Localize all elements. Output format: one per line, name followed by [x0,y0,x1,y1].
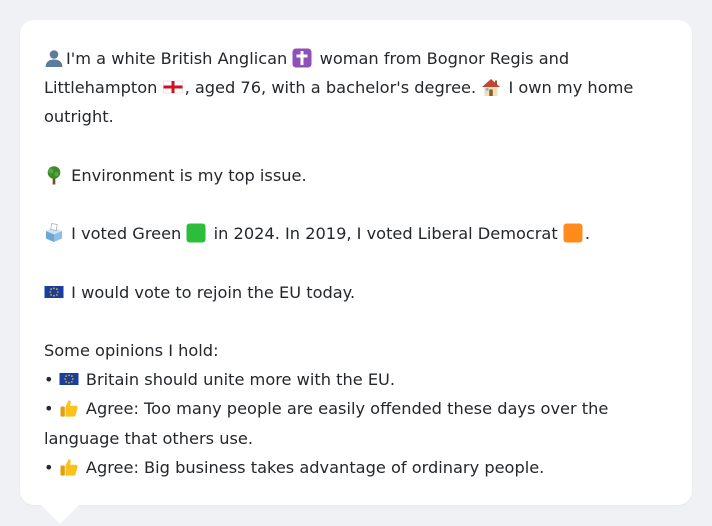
eu-flag-icon [59,369,79,389]
voting-history-line: I voted Green in 2024. In 2019, I voted … [44,219,668,248]
intro-paragraph: I'm a white British Anglican woman from … [44,44,668,132]
thumbs-up-icon [59,457,79,477]
eu-flag-icon [44,282,64,302]
voting-text-1: I voted Green [71,224,182,244]
voting-text-3: . [584,224,591,244]
green-square-icon [186,223,206,243]
opinion-text: Britain should unite more with the EU. [85,370,396,390]
opinion-item: • Agree: Too many people are easily offe… [44,394,668,452]
opinion-text: Agree: Too many people are easily offend… [44,399,609,448]
person-silhouette-icon [44,48,64,68]
bubble-tail [40,504,80,524]
eu-referendum-text: I would vote to rejoin the EU today. [71,282,356,302]
opinion-text: Agree: Big business takes advantage of o… [85,457,545,477]
house-icon [481,77,501,97]
bullet-marker: • [44,457,54,477]
opinion-item: • Agree: Big business takes advantage of… [44,453,668,482]
bullet-marker: • [44,370,54,390]
latin-cross-icon [292,48,312,68]
bullet-marker: • [44,399,54,419]
thumbs-up-icon [59,398,79,418]
intro-text-3: , aged 76, with a bachelor's degree. [184,78,477,98]
tree-icon [44,165,64,185]
intro-text-1: I'm a white British Anglican [66,49,288,68]
orange-square-icon [563,223,583,243]
top-issue-line: Environment is my top issue. [44,161,668,190]
opinion-item: • Britain should unite more with the EU. [44,365,668,394]
eu-referendum-line: I would vote to rejoin the EU today. [44,278,668,307]
ballot-box-icon [44,223,64,243]
top-issue-text: Environment is my top issue. [71,165,307,185]
opinions-heading: Some opinions I hold: [44,340,219,360]
england-flag-icon [162,77,183,97]
voting-text-2: in 2024. In 2019, I voted Liberal Democr… [213,224,558,244]
profile-message-bubble: I'm a white British Anglican woman from … [20,20,692,505]
